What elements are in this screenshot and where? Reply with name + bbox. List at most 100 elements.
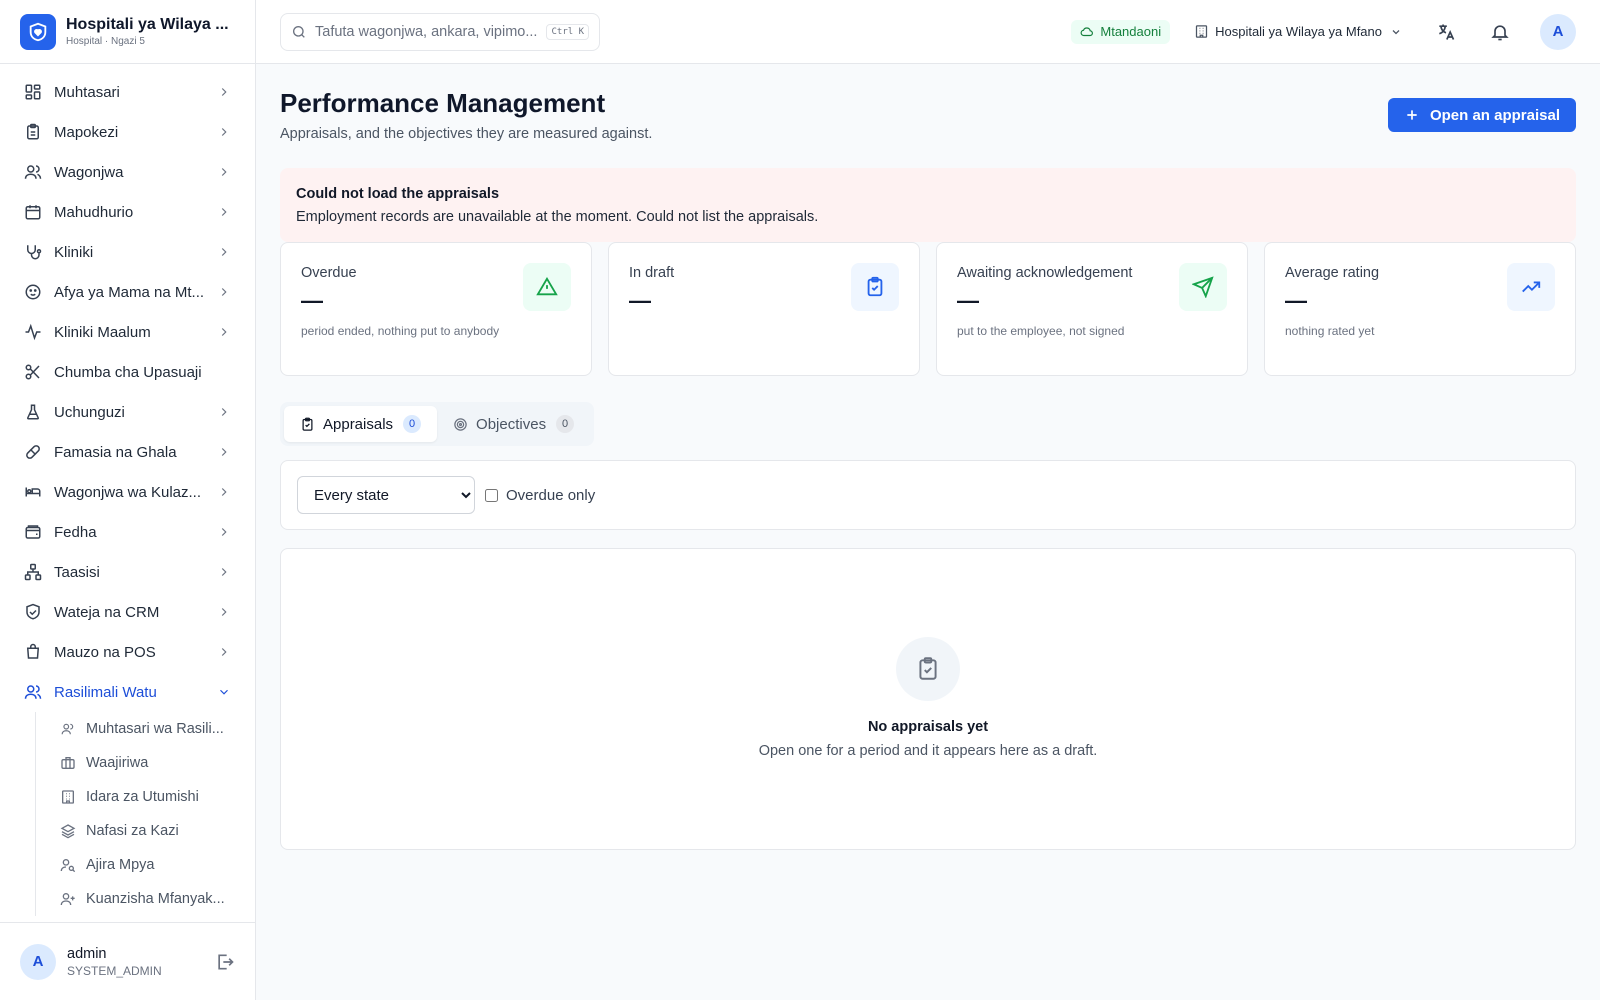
stat-note: put to the employee, not signed bbox=[957, 324, 1125, 338]
sidebar-item-label: Kliniki bbox=[54, 243, 94, 261]
sidebar-item-label: Wagonjwa wa Kulaz... bbox=[54, 483, 202, 501]
stethoscope-icon bbox=[24, 243, 42, 261]
search-input[interactable] bbox=[315, 23, 547, 40]
user-plus-icon bbox=[60, 891, 76, 907]
chevron-down-icon bbox=[217, 685, 231, 699]
target-icon bbox=[453, 417, 468, 432]
scissors-icon bbox=[24, 363, 42, 381]
sidebar-item-label: Wagonjwa bbox=[54, 163, 124, 181]
main-content: Performance Management Appraisals, and t… bbox=[280, 64, 1576, 850]
sidebar-item-wateja-crm[interactable]: Wateja na CRM bbox=[0, 592, 255, 632]
sidebar-item-mahudhurio[interactable]: Mahudhurio bbox=[0, 192, 255, 232]
stat-card-overdue: Overdue — period ended, nothing put to a… bbox=[280, 242, 592, 376]
cloud-icon bbox=[1080, 26, 1094, 36]
subnav-item-kuanzisha[interactable]: Kuanzisha Mfanyak... bbox=[60, 882, 255, 916]
stats-row: Overdue — period ended, nothing put to a… bbox=[280, 242, 1576, 376]
alert-triangle-icon bbox=[523, 263, 571, 311]
chevron-down-icon bbox=[1390, 26, 1402, 38]
layers-icon bbox=[60, 823, 76, 839]
calendar-icon bbox=[24, 203, 42, 221]
sidebar-item-famasia[interactable]: Famasia na Ghala bbox=[0, 432, 255, 472]
sidebar-item-label: Chumba cha Upasuaji bbox=[54, 363, 202, 381]
brand[interactable]: Hospitali ya Wilaya ... Hospital · Ngazi… bbox=[0, 0, 255, 64]
tab-label: Appraisals bbox=[323, 415, 394, 433]
sidebar-item-rasilimali-watu[interactable]: Rasilimali Watu bbox=[0, 672, 255, 712]
logout-icon[interactable] bbox=[215, 952, 235, 972]
overdue-only-filter[interactable]: Overdue only bbox=[485, 487, 595, 504]
sidebar-item-afya-mama[interactable]: Afya ya Mama na Mt... bbox=[0, 272, 255, 312]
sidebar-item-label: Uchunguzi bbox=[54, 403, 125, 421]
sidebar-item-wagonjwa[interactable]: Wagonjwa bbox=[0, 152, 255, 192]
error-message: Employment records are unavailable at th… bbox=[296, 209, 819, 225]
bell-icon[interactable] bbox=[1490, 22, 1510, 42]
trending-up-icon bbox=[1507, 263, 1555, 311]
dashboard-icon bbox=[24, 83, 42, 101]
sidebar-item-label: Famasia na Ghala bbox=[54, 443, 177, 461]
clipboard-check-icon bbox=[300, 417, 315, 432]
stat-card-in-draft: In draft — bbox=[608, 242, 920, 376]
subnav-item-ajira[interactable]: Ajira Mpya bbox=[60, 848, 255, 882]
tab-objectives[interactable]: Objectives 0 bbox=[437, 406, 590, 442]
appraisals-empty-state: No appraisals yet Open one for a period … bbox=[280, 548, 1576, 850]
chevron-right-icon bbox=[217, 565, 231, 579]
sidebar-item-kliniki[interactable]: Kliniki bbox=[0, 232, 255, 272]
facility-selector[interactable]: Hospitali ya Wilaya ya Mfano bbox=[1194, 24, 1402, 39]
sidebar-item-label: Afya ya Mama na Mt... bbox=[54, 283, 205, 301]
empty-message: Open one for a period and it appears her… bbox=[758, 743, 1098, 759]
activity-icon bbox=[24, 323, 42, 341]
shopping-bag-icon bbox=[24, 643, 42, 661]
tab-appraisals[interactable]: Appraisals 0 bbox=[284, 406, 438, 442]
chevron-right-icon bbox=[217, 325, 231, 339]
translate-icon[interactable] bbox=[1436, 22, 1456, 42]
stat-card-average-rating: Average rating — nothing rated yet bbox=[1264, 242, 1576, 376]
send-icon bbox=[1179, 263, 1227, 311]
building-icon bbox=[60, 789, 76, 805]
chevron-right-icon bbox=[217, 445, 231, 459]
state-filter-select[interactable]: Every state bbox=[297, 476, 475, 514]
building-icon bbox=[1194, 24, 1209, 39]
chevron-right-icon bbox=[217, 165, 231, 179]
sidebar-item-label: Rasilimali Watu bbox=[54, 683, 157, 701]
avatar[interactable]: A bbox=[1540, 13, 1576, 50]
subnav-item-muhtasari[interactable]: Muhtasari wa Rasili... bbox=[60, 712, 255, 746]
avatar[interactable]: A bbox=[20, 943, 56, 980]
search-box[interactable]: Ctrl K bbox=[280, 12, 600, 51]
chevron-right-icon bbox=[217, 85, 231, 99]
sidebar-item-label: Taasisi bbox=[54, 563, 100, 581]
sidebar-item-label: Mauzo na POS bbox=[54, 643, 156, 661]
sidebar-item-label: Muhtasari bbox=[54, 83, 120, 101]
sidebar-item-mapokezi[interactable]: Mapokezi bbox=[0, 112, 255, 152]
empty-title: No appraisals yet bbox=[867, 719, 989, 735]
clipboard-check-icon bbox=[851, 263, 899, 311]
open-appraisal-button[interactable]: Open an appraisal bbox=[1387, 98, 1576, 132]
online-status-badge: Mtandaoni bbox=[1071, 19, 1171, 44]
chevron-right-icon bbox=[217, 605, 231, 619]
subnav-item-label: Waajiriwa bbox=[86, 755, 149, 771]
stat-card-awaiting: Awaiting acknowledgement — put to the em… bbox=[936, 242, 1248, 376]
tabs: Appraisals 0 Objectives 0 bbox=[280, 402, 595, 446]
sidebar-item-muhtasari[interactable]: Muhtasari bbox=[0, 72, 255, 112]
subnav-item-label: Kuanzisha Mfanyak... bbox=[86, 891, 225, 907]
open-appraisal-label: Open an appraisal bbox=[1429, 106, 1560, 124]
page-title: Performance Management bbox=[280, 88, 606, 118]
sidebar-item-uchunguzi[interactable]: Uchunguzi bbox=[0, 392, 255, 432]
baby-icon bbox=[24, 283, 42, 301]
sidebar-item-kliniki-maalum[interactable]: Kliniki Maalum bbox=[0, 312, 255, 352]
sidebar-item-mauzo-pos[interactable]: Mauzo na POS bbox=[0, 632, 255, 672]
chevron-right-icon bbox=[217, 645, 231, 659]
subnav-item-idara[interactable]: Idara za Utumishi bbox=[60, 780, 255, 814]
chevron-right-icon bbox=[217, 485, 231, 499]
overdue-only-checkbox[interactable] bbox=[485, 488, 498, 502]
sidebar-item-chumba-upasuaji[interactable]: Chumba cha Upasuaji bbox=[0, 352, 255, 392]
user-search-icon bbox=[60, 857, 76, 873]
subnav-item-waajiriwa[interactable]: Waajiriwa bbox=[60, 746, 255, 780]
sidebar-item-taasisi[interactable]: Taasisi bbox=[0, 552, 255, 592]
sidebar-item-wagonjwa-kulazwa[interactable]: Wagonjwa wa Kulaz... bbox=[0, 472, 255, 512]
topbar: Ctrl K Mtandaoni Hospitali ya Wilaya ya … bbox=[256, 0, 1600, 64]
search-icon bbox=[291, 24, 307, 40]
pill-icon bbox=[24, 443, 42, 461]
sidebar-item-label: Mapokezi bbox=[54, 123, 119, 141]
sidebar-item-fedha[interactable]: Fedha bbox=[0, 512, 255, 552]
subnav-item-nafasi[interactable]: Nafasi za Kazi bbox=[60, 814, 255, 848]
users-small-icon bbox=[60, 721, 76, 737]
